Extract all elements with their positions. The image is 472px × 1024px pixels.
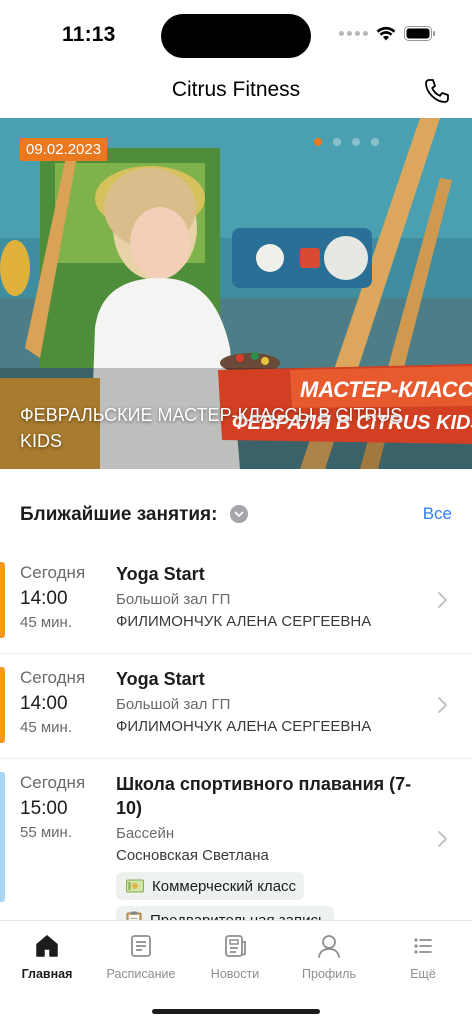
status-bar: 11:13 xyxy=(0,0,472,70)
class-info: Школа спортивного плавания (7-10) Бассей… xyxy=(116,772,436,934)
class-time: 15:00 xyxy=(20,798,68,819)
app-title: Citrus Fitness xyxy=(171,78,301,101)
class-accent-bar xyxy=(0,667,5,743)
class-day: Сегодня xyxy=(20,668,86,687)
class-room: Бассейн xyxy=(116,825,175,842)
class-time: 14:00 xyxy=(20,693,68,714)
class-info: Yoga Start Большой зал ГП ФИЛИМОНЧУК АЛЕ… xyxy=(116,667,436,737)
class-time: 14:00 xyxy=(20,588,68,609)
tab-label: Ещё xyxy=(410,967,436,981)
tab-label: Новости xyxy=(210,967,260,981)
tab-more[interactable]: Ещё xyxy=(376,933,470,981)
schedule-icon xyxy=(131,935,151,957)
tag-commercial: Коммерческий класс xyxy=(116,872,305,900)
tag-label: Коммерческий класс xyxy=(152,877,297,895)
signal-icon xyxy=(339,31,368,36)
tab-home[interactable]: Главная xyxy=(0,933,94,981)
news-banner[interactable]: МАСТЕР-КЛАССЫ ФЕВРАЛЯ В CITRUS KIDS 09.0… xyxy=(0,118,472,469)
home-indicator xyxy=(152,1009,320,1014)
class-when: Сегодня 15:00 55 мин. xyxy=(20,772,85,843)
navbar: Citrus Fitness xyxy=(0,70,472,118)
class-duration: 45 мин. xyxy=(20,719,72,736)
upcoming-classes-header: Ближайшие занятия: Все xyxy=(0,500,472,530)
carousel-indicator[interactable] xyxy=(314,138,379,146)
more-icon xyxy=(414,938,432,954)
class-list-item[interactable]: Сегодня 15:00 55 мин. Школа спортивного … xyxy=(0,772,472,934)
tab-label: Главная xyxy=(21,967,73,981)
chevron-right-icon xyxy=(438,697,447,713)
carousel-dot[interactable] xyxy=(371,138,379,146)
battery-icon xyxy=(404,26,435,41)
class-room: Большой зал ГП xyxy=(116,591,231,608)
class-list-item[interactable]: Сегодня 14:00 45 мин. Yoga Start Большой… xyxy=(0,667,472,759)
dynamic-island xyxy=(161,14,311,58)
class-duration: 55 мин. xyxy=(20,824,72,841)
class-duration: 45 мин. xyxy=(20,614,72,631)
class-when: Сегодня 14:00 45 мин. xyxy=(20,667,85,738)
banner-line-1: МАСТЕР-КЛАССЫ xyxy=(300,377,472,402)
wifi-icon xyxy=(376,26,396,41)
class-trainer: ФИЛИМОНЧУК АЛЕНА СЕРГЕЕВНА xyxy=(116,718,372,735)
class-room: Большой зал ГП xyxy=(116,696,231,713)
chevron-down-icon[interactable] xyxy=(230,505,248,523)
tab-label: Профиль xyxy=(302,967,356,981)
carousel-dot[interactable] xyxy=(314,138,322,146)
class-name: Yoga Start xyxy=(116,564,205,584)
class-day: Сегодня xyxy=(20,773,86,792)
profile-icon xyxy=(318,935,340,958)
home-icon xyxy=(36,935,58,957)
phone-icon[interactable] xyxy=(422,76,452,106)
divider xyxy=(0,758,472,759)
tab-schedule[interactable]: Расписание xyxy=(94,933,188,981)
news-date-badge: 09.02.2023 xyxy=(20,138,108,161)
class-trainer: ФИЛИМОНЧУК АЛЕНА СЕРГЕЕВНА xyxy=(116,613,372,630)
news-title: ФЕВРАЛЬСКИЕ МАСТЕР-КЛАССЫ В CITRUS KIDS xyxy=(20,405,403,451)
class-name: Школа спортивного плавания (7-10) xyxy=(116,774,412,818)
section-title: Ближайшие занятия: xyxy=(20,504,218,525)
divider xyxy=(0,653,472,654)
class-accent-bar xyxy=(0,772,5,902)
news-icon xyxy=(225,935,246,957)
money-icon xyxy=(126,879,144,893)
carousel-dot[interactable] xyxy=(352,138,360,146)
carousel-dot[interactable] xyxy=(333,138,341,146)
class-list-item[interactable]: Сегодня 14:00 45 мин. Yoga Start Большой… xyxy=(0,562,472,654)
tab-label: Расписание xyxy=(106,967,176,981)
class-accent-bar xyxy=(0,562,5,638)
chevron-right-icon xyxy=(438,831,447,847)
chevron-right-icon xyxy=(438,592,447,608)
class-name: Yoga Start xyxy=(116,669,205,689)
status-icons xyxy=(339,26,436,41)
tab-profile[interactable]: Профиль xyxy=(282,933,376,981)
class-day: Сегодня xyxy=(20,563,86,582)
status-time: 11:13 xyxy=(62,23,116,46)
see-all-link[interactable]: Все xyxy=(423,504,452,524)
tab-bar: Главная Расписание Новости Профиль Ещё xyxy=(0,920,472,1024)
tab-news[interactable]: Новости xyxy=(188,933,282,981)
class-info: Yoga Start Большой зал ГП ФИЛИМОНЧУК АЛЕ… xyxy=(116,562,436,632)
class-when: Сегодня 14:00 45 мин. xyxy=(20,562,85,633)
class-trainer: Сосновская Светлана xyxy=(116,847,269,864)
